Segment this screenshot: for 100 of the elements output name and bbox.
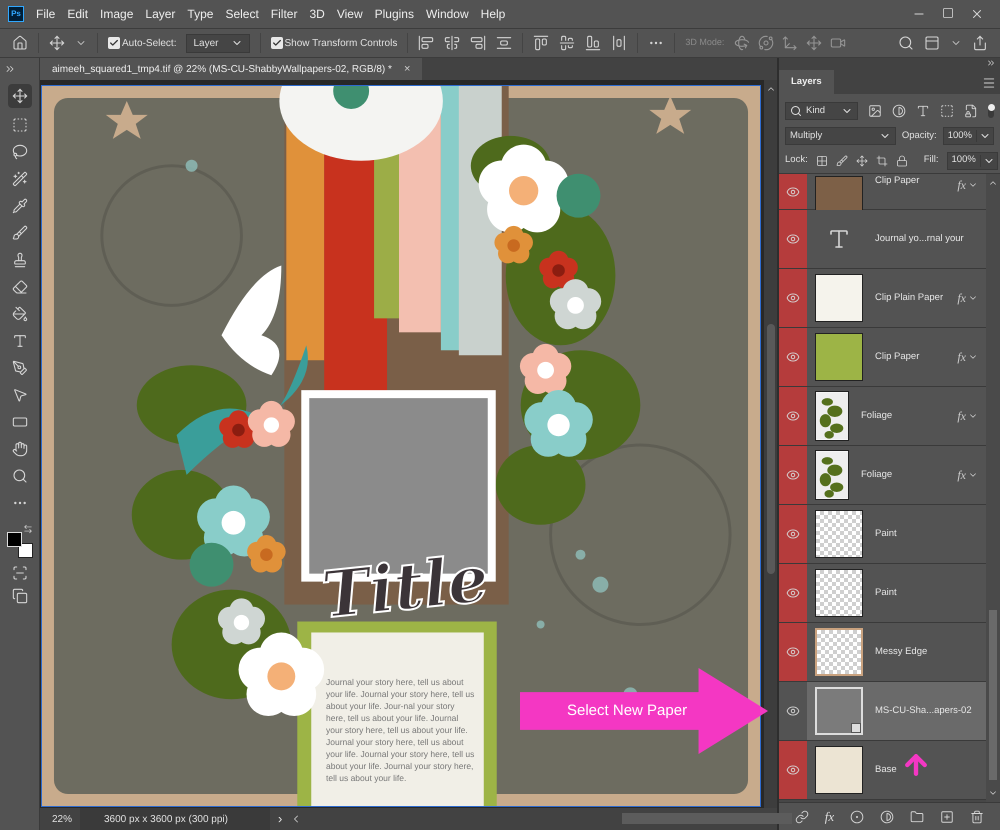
- share-icon[interactable]: [972, 35, 988, 51]
- distribute-icon[interactable]: [611, 35, 628, 51]
- effects-label[interactable]: fx: [957, 289, 966, 307]
- effects-label[interactable]: fx: [957, 466, 966, 484]
- menu-item[interactable]: Edit: [67, 5, 88, 23]
- checkbox[interactable]: [108, 37, 120, 49]
- menu-item[interactable]: Select: [225, 5, 259, 23]
- filter-dropdown[interactable]: Kind: [785, 102, 858, 120]
- visibility-eye-icon[interactable]: [786, 586, 800, 600]
- menu-item[interactable]: Filter: [270, 5, 298, 23]
- layer-row[interactable]: MS-CU-Sha...apers-02: [779, 682, 986, 741]
- layer-row[interactable]: Base: [779, 741, 986, 800]
- screen-mode-icon[interactable]: [12, 588, 28, 604]
- new-group-icon[interactable]: [910, 810, 924, 824]
- home-icon[interactable]: [12, 35, 28, 51]
- distribute-icon[interactable]: [496, 35, 512, 51]
- fill-field[interactable]: 100%: [946, 152, 998, 170]
- type-tool-icon[interactable]: [12, 333, 28, 349]
- menu-item[interactable]: 3D: [309, 5, 325, 23]
- hand-tool-icon[interactable]: [12, 441, 28, 457]
- visibility-eye-icon[interactable]: [786, 232, 800, 246]
- app-logo[interactable]: Ps: [8, 6, 24, 22]
- document-tab[interactable]: aimeeh_squared1_tmp4.tif @ 22% (MS-CU-ShabbyWallpapers-02, RGB/8) *: [52, 62, 392, 76]
- layer-row[interactable]: Clip Paper fx: [779, 328, 986, 387]
- blend-mode-dropdown[interactable]: Multiply: [785, 127, 896, 145]
- visibility-eye-icon[interactable]: [786, 527, 800, 541]
- background-color-swatch[interactable]: [18, 543, 32, 558]
- marquee-tool-icon[interactable]: [12, 117, 28, 133]
- pan-3d-icon[interactable]: [782, 35, 798, 51]
- visibility-eye-icon[interactable]: [786, 409, 800, 423]
- layer-row[interactable]: Paint: [779, 505, 986, 564]
- type-filter-icon[interactable]: [916, 104, 930, 118]
- opacity-field[interactable]: 100%: [942, 127, 994, 145]
- new-layer-icon[interactable]: [940, 810, 954, 824]
- menu-item[interactable]: Image: [100, 5, 134, 23]
- visibility-eye-icon[interactable]: [786, 645, 800, 659]
- foreground-color-swatch[interactable]: [6, 532, 22, 547]
- scrollbar-thumb[interactable]: [989, 610, 997, 780]
- pixel-filter-icon[interactable]: [868, 104, 882, 118]
- collapse-panel-icon[interactable]: [986, 58, 996, 68]
- zoom-tool-icon[interactable]: [12, 468, 28, 484]
- status-menu-button[interactable]: ›: [270, 809, 290, 829]
- eyedropper-tool-icon[interactable]: [12, 198, 28, 214]
- layer-row[interactable]: Journal yo...rnal your: [779, 210, 986, 269]
- menu-item[interactable]: View: [336, 5, 363, 23]
- lock-position-icon[interactable]: [856, 154, 868, 166]
- workspace-icon[interactable]: [924, 35, 940, 51]
- menu-item[interactable]: Type: [187, 5, 214, 23]
- layer-row[interactable]: Foliage fx: [779, 446, 986, 505]
- lock-artboard-icon[interactable]: [876, 154, 888, 166]
- checkbox[interactable]: [270, 37, 282, 49]
- pen-tool-icon[interactable]: [12, 360, 28, 376]
- smart-filter-icon[interactable]: [964, 104, 978, 118]
- layer-row[interactable]: Messy Edge: [779, 623, 986, 682]
- close-tab-button[interactable]: ×: [404, 60, 410, 78]
- menu-item[interactable]: Help: [480, 5, 506, 23]
- align-center-icon[interactable]: [444, 35, 460, 51]
- add-mask-icon[interactable]: [850, 810, 864, 824]
- brush-tool-icon[interactable]: [12, 225, 28, 241]
- align-middle-icon[interactable]: [559, 35, 576, 51]
- slide-3d-icon[interactable]: [806, 35, 822, 51]
- rotate-3d-icon[interactable]: [734, 35, 750, 51]
- filter-toggle[interactable]: [988, 104, 994, 118]
- menu-item[interactable]: File: [36, 5, 56, 23]
- close-icon[interactable]: [970, 7, 984, 21]
- move-tool-icon[interactable]: [49, 35, 65, 51]
- lock-all-icon[interactable]: [896, 154, 908, 166]
- maximize-icon[interactable]: [942, 7, 954, 19]
- paint-bucket-tool-icon[interactable]: [12, 306, 28, 322]
- layers-tab[interactable]: Layers: [779, 70, 834, 94]
- layer-row[interactable]: Foliage fx: [779, 387, 986, 446]
- link-layers-icon[interactable]: [794, 810, 809, 824]
- magic-wand-tool-icon[interactable]: [12, 171, 28, 187]
- pointer-tool-icon[interactable]: [12, 387, 28, 403]
- effects-label[interactable]: fx: [957, 176, 966, 194]
- adjustment-filter-icon[interactable]: [892, 104, 906, 118]
- orbit-icon[interactable]: [758, 35, 774, 51]
- align-bottom-icon[interactable]: [585, 35, 602, 51]
- align-left-icon[interactable]: [418, 35, 434, 51]
- lock-paint-icon[interactable]: [836, 154, 848, 166]
- shape-filter-icon[interactable]: [940, 104, 954, 118]
- scrollbar-thumb[interactable]: [766, 324, 774, 574]
- swap-colors-icon[interactable]: [22, 524, 32, 534]
- layer-style-button[interactable]: fx: [824, 806, 834, 826]
- effects-label[interactable]: fx: [957, 348, 966, 366]
- eraser-tool-icon[interactable]: [12, 279, 28, 295]
- quick-mask-icon[interactable]: [12, 565, 28, 581]
- target-dropdown[interactable]: Layer: [186, 34, 250, 52]
- menu-item[interactable]: Plugins: [374, 5, 414, 23]
- adjustment-layer-icon[interactable]: [880, 810, 894, 824]
- effects-label[interactable]: fx: [957, 407, 966, 425]
- delete-layer-icon[interactable]: [970, 810, 984, 824]
- visibility-eye-icon[interactable]: [786, 291, 800, 305]
- visibility-eye-icon[interactable]: [786, 350, 800, 364]
- menu-item[interactable]: Window: [426, 5, 469, 23]
- align-top-icon[interactable]: [533, 35, 550, 51]
- stamp-tool-icon[interactable]: [12, 252, 28, 268]
- lasso-tool-icon[interactable]: [12, 144, 28, 160]
- search-icon[interactable]: [898, 35, 914, 51]
- visibility-eye-icon[interactable]: [786, 184, 800, 198]
